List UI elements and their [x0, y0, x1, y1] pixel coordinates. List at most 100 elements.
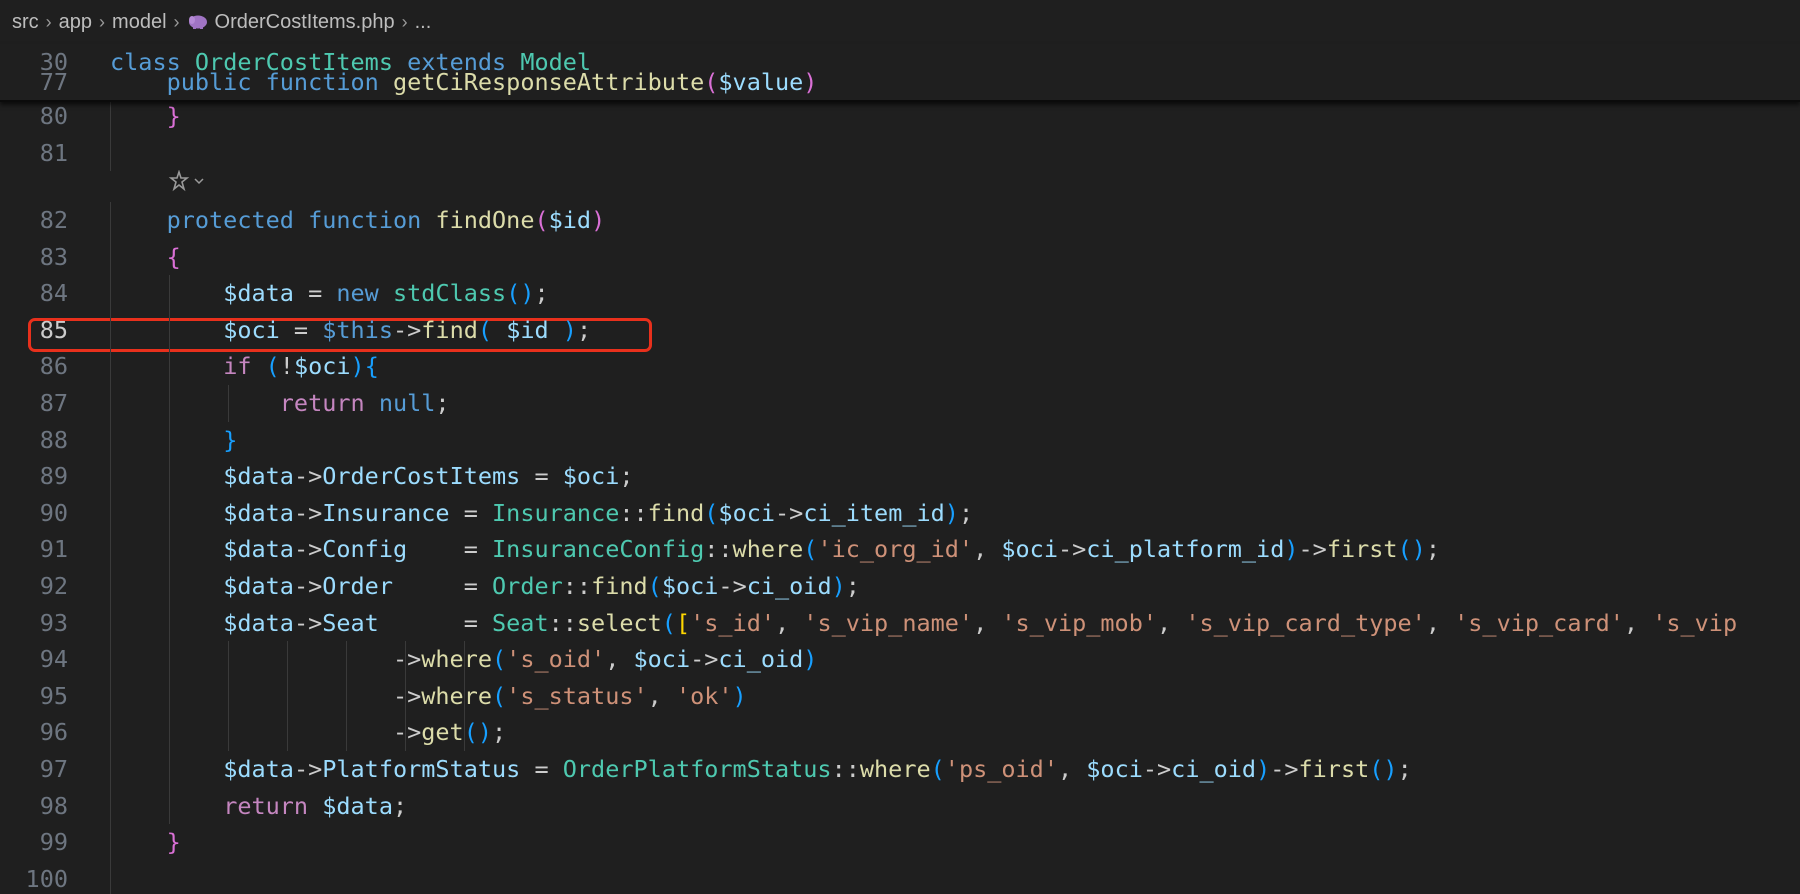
indent-guide [228, 714, 229, 751]
indent-guide [110, 751, 111, 788]
line-number[interactable]: 81 [0, 135, 68, 172]
code-text[interactable]: $oci = $this->find( $id ); [110, 312, 591, 349]
codelens[interactable] [168, 170, 206, 192]
line-number[interactable]: 100 [0, 861, 68, 894]
line-number[interactable]: 84 [0, 275, 68, 312]
breadcrumb-item-file[interactable]: OrderCostItems.php [215, 11, 395, 34]
code-line[interactable]: 85 $oci = $this->find( $id ); [0, 311, 1800, 349]
line-number[interactable]: 92 [0, 568, 68, 605]
breadcrumb-item-src[interactable]: src [12, 11, 39, 34]
code-line[interactable]: 90 $data->Insurance = Insurance::find($o… [0, 494, 1800, 532]
code-text[interactable]: { [110, 239, 181, 276]
code-text[interactable]: } [110, 100, 181, 135]
code-line[interactable]: 87 return null; [0, 385, 1800, 422]
breadcrumb-item-symbol[interactable]: ... [415, 11, 432, 34]
code-line[interactable]: 91 $data->Config = InsuranceConfig::wher… [0, 531, 1800, 568]
indent-guide [110, 494, 111, 532]
code-line[interactable]: 95 ->where('s_status', 'ok') [0, 677, 1800, 715]
indent-guide [169, 494, 170, 532]
indent-guide [405, 641, 406, 678]
code-line[interactable]: 97 $data->PlatformStatus = OrderPlatform… [0, 751, 1800, 788]
indent-guide [228, 385, 229, 422]
code-line[interactable]: 81 [0, 134, 1800, 172]
indent-guide [169, 677, 170, 715]
line-number[interactable]: 87 [0, 385, 68, 422]
line-number[interactable]: 83 [0, 239, 68, 276]
line-number[interactable]: 85 [0, 312, 68, 349]
code-line[interactable]: 93 $data->Seat = Seat::select(['s_id', '… [0, 604, 1800, 642]
indent-guide [110, 421, 111, 459]
line-number[interactable]: 94 [0, 641, 68, 678]
code-text[interactable]: $data->OrderCostItems = $oci; [110, 458, 633, 495]
code-text[interactable]: } [110, 422, 237, 459]
indent-guide [405, 714, 406, 751]
code-text[interactable]: } [110, 824, 181, 861]
indent-guide [110, 385, 111, 422]
indent-guide [169, 531, 170, 568]
indent-guide [110, 568, 111, 605]
line-number[interactable]: 90 [0, 495, 68, 532]
code-line[interactable]: 94 ->where('s_oid', $oci->ci_oid) [0, 641, 1800, 678]
line-number[interactable]: 96 [0, 714, 68, 751]
line-number[interactable]: 95 [0, 678, 68, 715]
code-line[interactable]: 96 ->get(); [0, 714, 1800, 751]
code-text[interactable]: protected function findOne($id) [110, 202, 606, 239]
code-text[interactable]: $data->Order = Order::find($oci->ci_oid)… [110, 568, 860, 605]
code-line[interactable]: 100 [0, 860, 1800, 894]
indent-guide [110, 714, 111, 751]
breadcrumb-item-app[interactable]: app [59, 11, 92, 34]
line-number[interactable]: 86 [0, 348, 68, 385]
code-text[interactable]: if (!$oci){ [110, 348, 379, 385]
line-number[interactable]: 88 [0, 422, 68, 459]
code-line[interactable]: 84 $data = new stdClass(); [0, 275, 1800, 312]
line-number[interactable]: 93 [0, 605, 68, 642]
code-line[interactable]: 86 if (!$oci){ [0, 348, 1800, 385]
code-line[interactable]: 88 } [0, 421, 1800, 459]
indent-guide [110, 100, 111, 135]
indent-guide [228, 677, 229, 715]
code-line[interactable]: 98 return $data; [0, 787, 1800, 825]
indent-guide [110, 134, 111, 172]
code-text[interactable]: public function getCiResponseAttribute($… [110, 64, 818, 100]
line-number[interactable]: 99 [0, 824, 68, 861]
line-number[interactable]: 89 [0, 458, 68, 495]
indent-guide [110, 787, 111, 825]
indent-guide [110, 531, 111, 568]
chevron-right-icon: › [401, 11, 408, 32]
code-line[interactable]: 80 } [0, 100, 1800, 135]
code-text[interactable]: $data->Insurance = Insurance::find($oci-… [110, 495, 973, 532]
indent-guide [110, 604, 111, 642]
indent-guide [169, 714, 170, 751]
line-number[interactable]: 77 [0, 64, 68, 100]
code-text[interactable]: return null; [110, 385, 450, 422]
indent-guide [464, 677, 465, 715]
line-number[interactable]: 82 [0, 202, 68, 239]
sticky-scroll-header[interactable]: 30 class OrderCostItems extends Model 77 p… [0, 44, 1800, 102]
indent-guide [169, 568, 170, 605]
code-text[interactable]: ->where('s_status', 'ok') [110, 678, 747, 715]
code-text[interactable]: $data->PlatformStatus = OrderPlatformSta… [110, 751, 1412, 788]
line-number[interactable]: 80 [0, 100, 68, 135]
code-text[interactable]: $data->Seat = Seat::select(['s_id', 's_v… [110, 605, 1737, 642]
line-number[interactable]: 91 [0, 531, 68, 568]
breadcrumb-item-model[interactable]: model [112, 11, 166, 34]
indent-guide [110, 238, 111, 276]
code-editor[interactable]: 80 } 81 82 protected function findOne($id)… [0, 100, 1800, 894]
code-line[interactable]: 82 protected function findOne($id) [0, 202, 1800, 239]
code-line[interactable]: 77 public function getCiResponseAttribut… [0, 64, 1800, 100]
php-elephant-icon [187, 14, 209, 30]
code-text[interactable]: $data->Config = InsuranceConfig::where('… [110, 531, 1440, 568]
copilot-sparkle-icon[interactable] [168, 170, 190, 192]
line-number[interactable]: 97 [0, 751, 68, 788]
code-text[interactable]: return $data; [110, 788, 407, 825]
code-line[interactable]: 99 } [0, 824, 1800, 861]
line-number[interactable]: 98 [0, 788, 68, 825]
indent-guide [169, 275, 170, 312]
chevron-down-icon[interactable] [192, 174, 206, 188]
indent-guide [110, 311, 111, 349]
code-line[interactable]: 83 { [0, 238, 1800, 276]
indent-guide [464, 641, 465, 678]
code-line[interactable]: 89 $data->OrderCostItems = $oci; [0, 458, 1800, 495]
code-line[interactable]: 92 $data->Order = Order::find($oci->ci_o… [0, 568, 1800, 605]
code-text[interactable]: $data = new stdClass(); [110, 275, 548, 312]
